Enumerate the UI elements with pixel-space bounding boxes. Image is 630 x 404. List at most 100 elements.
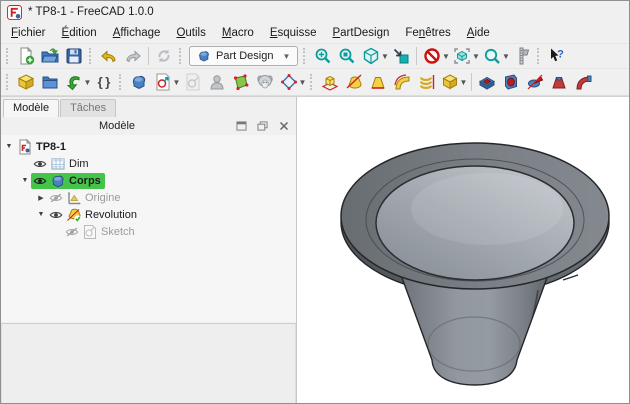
tree-row-corps[interactable]: ▼ Corps <box>1 172 296 189</box>
svg-text:?: ? <box>558 49 565 61</box>
new-document-button[interactable] <box>14 44 38 68</box>
freecad-document-icon <box>17 139 33 155</box>
create-datum-dropdown[interactable]: ▼ <box>298 78 307 87</box>
create-part-button[interactable] <box>14 70 38 94</box>
visibility-eye-off-icon[interactable] <box>65 225 79 239</box>
toolbar-row-1: Part Design ▼ ▼ ▼ ▼ ▼ ? <box>1 43 629 68</box>
visibility-eye-icon[interactable] <box>33 157 47 171</box>
map-sketch-button[interactable] <box>205 70 229 94</box>
measure-button[interactable] <box>510 44 534 68</box>
menu-esquisse[interactable]: Esquisse <box>262 25 325 41</box>
create-sketch-icon <box>154 73 172 91</box>
tab-taches[interactable]: Tâches <box>60 99 116 117</box>
create-clone-button[interactable] <box>253 70 277 94</box>
additive-primitive-dropdown[interactable]: ▼ <box>459 78 468 87</box>
origin-icon <box>66 190 82 206</box>
create-body-icon <box>130 73 148 91</box>
additive-helix-button[interactable] <box>414 70 438 94</box>
float-button[interactable] <box>255 120 270 133</box>
tree-row-dim[interactable]: Dim <box>1 155 296 172</box>
create-part-icon <box>17 73 35 91</box>
revolution-feature-icon <box>66 207 82 223</box>
clone-sheep-icon <box>256 73 274 91</box>
revolution-icon <box>345 73 363 91</box>
create-group-button[interactable] <box>38 70 62 94</box>
additive-primitive-icon <box>441 73 459 91</box>
fit-selection-button[interactable] <box>335 44 359 68</box>
toolbar-handle <box>537 48 542 64</box>
create-body-button[interactable] <box>127 70 151 94</box>
additive-loft-button[interactable] <box>366 70 390 94</box>
expander-icon[interactable]: ▼ <box>3 143 15 150</box>
funnel-model[interactable] <box>297 97 629 404</box>
open-document-button[interactable] <box>38 44 62 68</box>
3d-viewport[interactable] <box>297 97 629 403</box>
sync-view-button[interactable] <box>389 44 413 68</box>
menu-edition[interactable]: Édition <box>54 25 105 41</box>
visibility-eye-icon[interactable] <box>49 208 63 222</box>
workbench-selector[interactable]: Part Design ▼ <box>189 46 298 66</box>
subtractive-loft-button[interactable] <box>547 70 571 94</box>
make-link-dropdown[interactable]: ▼ <box>83 78 92 87</box>
additive-sweep-button[interactable] <box>390 70 414 94</box>
edit-sketch-button[interactable] <box>181 70 205 94</box>
refresh-button[interactable] <box>152 44 176 68</box>
visibility-eye-icon[interactable] <box>33 174 47 188</box>
menu-outils[interactable]: Outils <box>168 25 213 41</box>
expander-icon[interactable]: ▼ <box>19 177 31 184</box>
tree-item-label: Revolution <box>85 209 137 221</box>
zoom-tools-dropdown[interactable]: ▼ <box>501 52 510 61</box>
create-sketch-dropdown[interactable]: ▼ <box>172 78 181 87</box>
pocket-icon <box>478 73 496 91</box>
create-shape-binder-button[interactable] <box>229 70 253 94</box>
redo-button[interactable] <box>121 44 145 68</box>
groove-button[interactable] <box>523 70 547 94</box>
subtractive-sweep-button[interactable] <box>571 70 595 94</box>
tab-modele[interactable]: Modèle <box>3 99 59 117</box>
draw-style-dropdown[interactable]: ▼ <box>441 52 450 61</box>
svg-text:{ }: { } <box>98 75 111 90</box>
tree-row-origine[interactable]: ▶ Origine <box>1 189 296 206</box>
tree-item-label: Dim <box>69 158 89 170</box>
menu-aide[interactable]: Aide <box>459 25 498 41</box>
menu-macro[interactable]: Macro <box>214 25 262 41</box>
close-panel-button[interactable] <box>276 120 291 133</box>
new-document-icon <box>17 47 35 65</box>
dock-button[interactable] <box>234 120 249 133</box>
toolbar-separator <box>416 47 417 65</box>
menu-bar: Fichier Édition Affichage Outils Macro E… <box>1 23 629 43</box>
expander-icon[interactable]: ▶ <box>35 194 47 202</box>
tree-item-label: Origine <box>85 192 120 204</box>
toolbar-handle <box>89 48 94 64</box>
save-document-button[interactable] <box>62 44 86 68</box>
hole-icon <box>502 73 520 91</box>
refresh-icon <box>155 47 173 65</box>
tree-row-revolution[interactable]: ▼ Revolution <box>1 206 296 223</box>
property-editor-panel[interactable] <box>1 323 296 403</box>
toolbar-handle <box>310 74 315 90</box>
bounding-box-dropdown[interactable]: ▼ <box>471 52 480 61</box>
undo-button[interactable] <box>97 44 121 68</box>
pad-button[interactable] <box>318 70 342 94</box>
panel-header: Modèle <box>1 117 296 135</box>
standard-views-dropdown[interactable]: ▼ <box>380 52 389 61</box>
menu-partdesign[interactable]: PartDesign <box>324 25 397 41</box>
fit-all-button[interactable] <box>311 44 335 68</box>
expander-icon[interactable]: ▼ <box>35 211 47 218</box>
additive-sweep-icon <box>393 73 411 91</box>
tree-row-document[interactable]: ▼ TP8-1 <box>1 138 296 155</box>
menu-fichier[interactable]: Fichier <box>3 25 54 41</box>
create-variable-set-button[interactable]: { } <box>92 70 116 94</box>
hole-button[interactable] <box>499 70 523 94</box>
revolution-button[interactable] <box>342 70 366 94</box>
menu-fenetres[interactable]: Fenêtres <box>397 25 458 41</box>
sync-view-icon <box>392 47 410 65</box>
visibility-eye-off-icon[interactable] <box>49 191 63 205</box>
whats-this-button[interactable]: ? <box>545 44 569 68</box>
isometric-cube-icon <box>362 47 380 65</box>
selected-highlight: Corps <box>31 173 105 189</box>
tree-row-sketch[interactable]: Sketch <box>1 223 296 240</box>
pocket-button[interactable] <box>475 70 499 94</box>
map-sketch-icon <box>208 73 226 91</box>
menu-affichage[interactable]: Affichage <box>105 25 169 41</box>
